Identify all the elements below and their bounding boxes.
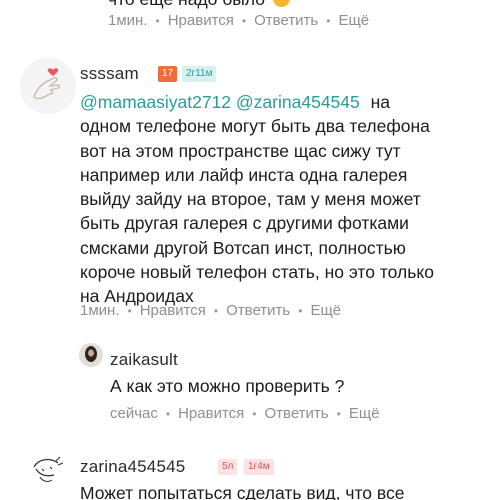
comment-line: вот на этом пространстве щас сижу тут [80, 140, 401, 161]
more-button[interactable]: Ещё [349, 405, 380, 422]
comment-ssssam-actions: 1мин. • Нравится • Ответить • Ещё [80, 302, 341, 319]
comment-first-line: @mamaasiyat2712 @zarina454545 на [80, 92, 391, 112]
like-button[interactable]: Нравится [140, 302, 206, 319]
account-age-badge: 1г4м [244, 459, 274, 475]
username-zarina454545[interactable]: zarina454545 [80, 457, 185, 477]
mention-link[interactable]: @mamaasiyat2712 [80, 92, 231, 112]
reply-button[interactable]: Ответить [226, 302, 290, 319]
comments-screen: что еще надо было 1мин. • Нравится • Отв… [0, 0, 501, 500]
reply-text: А как это можно проверить ? [110, 376, 345, 396]
top-comment-reply-button[interactable]: Ответить [254, 12, 318, 29]
separator-dot: • [336, 406, 341, 421]
separator-dot: • [252, 406, 257, 421]
more-button[interactable]: Ещё [310, 302, 341, 319]
comment-ssssam-text: @mamaasiyat2712 @zarina454545 на одном т… [80, 90, 490, 309]
comment-zarina-text: Может попытаться сделать вид, что все [80, 483, 405, 500]
username-zaikasult[interactable]: zaikasult [110, 350, 178, 370]
username-ssssam[interactable]: ssssam [80, 64, 139, 84]
comment-line: выйду зайду на второе, там у меня может [80, 189, 421, 210]
top-comment-actions: 1мин. • Нравится • Ответить • Ещё [108, 12, 369, 29]
reply-actions: сейчас • Нравится • Ответить • Ещё [110, 405, 380, 422]
mention-link[interactable]: @zarina454545 [236, 92, 360, 112]
sketch-face-icon [21, 448, 75, 500]
top-comment-like-button[interactable]: Нравится [168, 12, 234, 29]
comment-line: смсками другой Вотсап инст, полностью [80, 237, 406, 258]
avatar-zaikasult[interactable] [79, 343, 103, 367]
comment-line: короче новый телефон стать, но это тольк… [80, 262, 434, 283]
avatar-ssssam[interactable] [20, 58, 76, 114]
account-age-badge: 2г11м [182, 66, 217, 82]
reply-button[interactable]: Ответить [265, 405, 329, 422]
finger-heart-icon [20, 58, 76, 114]
reply-time: сейчас [110, 405, 158, 422]
comment-line: например или лайф инста одна галерея [80, 164, 408, 185]
emoji-icon [272, 0, 290, 7]
comment-line: одном телефоне могут быть два телефона [80, 116, 430, 137]
like-button[interactable]: Нравится [178, 405, 244, 422]
comment-time: 1мин. [80, 302, 120, 319]
separator-dot: • [213, 303, 219, 318]
separator-dot: • [155, 13, 160, 28]
separator-dot: • [298, 303, 303, 318]
separator-dot: • [165, 406, 171, 421]
level-badge: 5л [218, 459, 238, 475]
separator-dot: • [326, 13, 331, 28]
avatar-zarina454545[interactable] [20, 447, 76, 500]
level-badge: 17 [158, 66, 178, 82]
comment-line: быть другая галерея с другими фотками [80, 213, 409, 234]
separator-dot: • [241, 13, 247, 28]
user-photo-icon [79, 343, 103, 367]
top-comment-more-button[interactable]: Ещё [338, 12, 369, 29]
separator-dot: • [127, 303, 132, 318]
top-comment-time: 1мин. [108, 12, 148, 29]
top-comment-text: что еще надо было [108, 0, 290, 11]
